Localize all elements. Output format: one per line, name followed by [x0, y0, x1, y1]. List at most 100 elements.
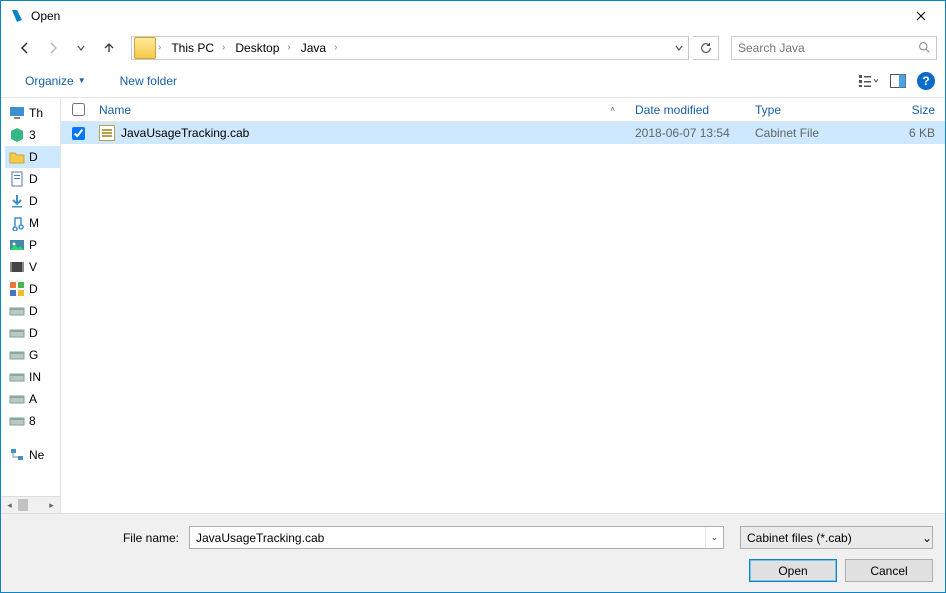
tree-item[interactable]: D — [5, 190, 60, 212]
filename-value[interactable]: JavaUsageTracking.cab — [190, 531, 705, 545]
chevron-right-icon[interactable]: › — [220, 42, 227, 53]
tree-item[interactable]: V — [5, 256, 60, 278]
cube-icon — [9, 127, 25, 143]
back-button[interactable] — [13, 36, 37, 60]
close-button[interactable] — [898, 2, 943, 31]
tree-item[interactable]: IN — [5, 366, 60, 388]
view-options-button[interactable] — [855, 69, 881, 93]
sort-indicator-icon: ˄ — [610, 105, 615, 114]
tree-item-label: G — [29, 348, 38, 362]
filetype-filter[interactable]: Cabinet files (*.cab) ⌄ — [740, 526, 933, 549]
column-header-date[interactable]: Date modified — [635, 103, 755, 117]
search-box[interactable] — [731, 36, 937, 60]
apps-icon — [9, 281, 25, 297]
drive-icon — [9, 391, 25, 407]
file-size: 6 KB — [875, 126, 945, 140]
tree-item[interactable]: D — [5, 146, 60, 168]
picture-icon — [9, 237, 25, 253]
preview-pane-button[interactable] — [885, 69, 911, 93]
navigation-bar: › This PC › Desktop › Java › — [1, 31, 945, 64]
tree-item[interactable]: Th — [5, 102, 60, 124]
filter-dropdown-icon[interactable]: ⌄ — [922, 531, 932, 545]
filter-value: Cabinet files (*.cab) — [741, 531, 922, 545]
tree-item[interactable]: M — [5, 212, 60, 234]
forward-button[interactable] — [41, 36, 65, 60]
file-date: 2018-06-07 13:54 — [635, 126, 755, 140]
filename-dropdown-icon[interactable]: ⌄ — [705, 527, 723, 548]
filename-combo[interactable]: JavaUsageTracking.cab ⌄ — [189, 526, 724, 549]
file-type: Cabinet File — [755, 126, 875, 140]
crumb-java[interactable]: Java — [293, 37, 332, 59]
tree-item-label: D — [29, 326, 38, 340]
new-folder-label: New folder — [120, 74, 177, 88]
video-icon — [9, 259, 25, 275]
recent-locations-button[interactable] — [69, 36, 93, 60]
network-icon — [9, 447, 25, 463]
tree-item-label: 3 — [29, 128, 36, 142]
tree-item[interactable]: D — [5, 168, 60, 190]
scroll-left-icon[interactable]: ◂ — [1, 497, 18, 513]
crumb-desktop[interactable]: Desktop — [227, 37, 285, 59]
dialog-body: Th3DDDMPVDDDGINA8Ne ◂ ▸ Name ˄ Date modi… — [1, 98, 945, 513]
window-title: Open — [31, 9, 898, 23]
column-header-checkbox[interactable] — [61, 100, 95, 119]
row-checkbox[interactable] — [61, 127, 95, 140]
drive-icon — [9, 303, 25, 319]
chevron-right-icon[interactable]: › — [285, 42, 292, 53]
command-bar: Organize ▼ New folder ? — [1, 64, 945, 98]
tree-item[interactable]: 3 — [5, 124, 60, 146]
up-button[interactable] — [97, 36, 121, 60]
search-icon[interactable] — [912, 41, 936, 54]
column-header-size[interactable]: Size — [875, 103, 945, 117]
title-bar: Open — [1, 1, 945, 31]
tree-item-label: P — [29, 238, 37, 252]
tree-item[interactable]: A — [5, 388, 60, 410]
search-input[interactable] — [732, 41, 912, 55]
tree-item-label: D — [29, 194, 38, 208]
tree-item[interactable]: P — [5, 234, 60, 256]
sidebar-scrollbar[interactable]: ◂ ▸ — [1, 496, 60, 513]
address-dropdown[interactable] — [670, 43, 688, 53]
download-icon — [9, 193, 25, 209]
organize-label: Organize — [25, 74, 74, 88]
open-button[interactable]: Open — [749, 559, 837, 582]
scroll-thumb[interactable] — [18, 499, 28, 511]
column-header-type[interactable]: Type — [755, 103, 875, 117]
organize-menu[interactable]: Organize ▼ — [19, 70, 92, 92]
tree-item-label: IN — [29, 370, 41, 384]
navigation-pane: Th3DDDMPVDDDGINA8Ne ◂ ▸ — [1, 98, 61, 513]
file-icon — [99, 125, 115, 141]
tree-item-label: 8 — [29, 414, 36, 428]
tree-item-label: V — [29, 260, 37, 274]
tree-item-label: D — [29, 172, 38, 186]
breadcrumb: This PC › Desktop › Java › — [163, 37, 339, 59]
crumb-this-pc[interactable]: This PC — [163, 37, 220, 59]
drive-icon — [9, 347, 25, 363]
help-button[interactable]: ? — [917, 72, 935, 90]
monitor-icon — [9, 105, 25, 121]
new-folder-button[interactable]: New folder — [114, 70, 183, 92]
column-header-name[interactable]: Name ˄ — [95, 103, 635, 117]
chevron-right-icon[interactable]: › — [156, 42, 163, 53]
chevron-right-icon[interactable]: › — [332, 42, 339, 53]
refresh-button[interactable] — [693, 36, 719, 60]
address-bar[interactable]: › This PC › Desktop › Java › — [131, 36, 689, 60]
tree-item[interactable]: G — [5, 344, 60, 366]
cancel-button[interactable]: Cancel — [845, 559, 933, 582]
file-name: JavaUsageTracking.cab — [121, 126, 249, 140]
doc-icon — [9, 171, 25, 187]
file-row[interactable]: JavaUsageTracking.cab 2018-06-07 13:54Cab… — [61, 122, 945, 144]
tree-item-label: D — [29, 282, 38, 296]
tree-item[interactable]: 8 — [5, 410, 60, 432]
tree-item-label: M — [29, 216, 39, 230]
column-headers: Name ˄ Date modified Type Size — [61, 98, 945, 122]
tree-item[interactable]: D — [5, 300, 60, 322]
file-list-pane: Name ˄ Date modified Type Size JavaUsage… — [61, 98, 945, 513]
chevron-down-icon: ▼ — [78, 76, 86, 85]
music-icon — [9, 215, 25, 231]
scroll-right-icon[interactable]: ▸ — [43, 497, 60, 513]
tree-item[interactable]: D — [5, 278, 60, 300]
tree-item[interactable]: Ne — [5, 444, 60, 466]
dialog-footer: File name: JavaUsageTracking.cab ⌄ Cabin… — [1, 513, 945, 592]
tree-item[interactable]: D — [5, 322, 60, 344]
